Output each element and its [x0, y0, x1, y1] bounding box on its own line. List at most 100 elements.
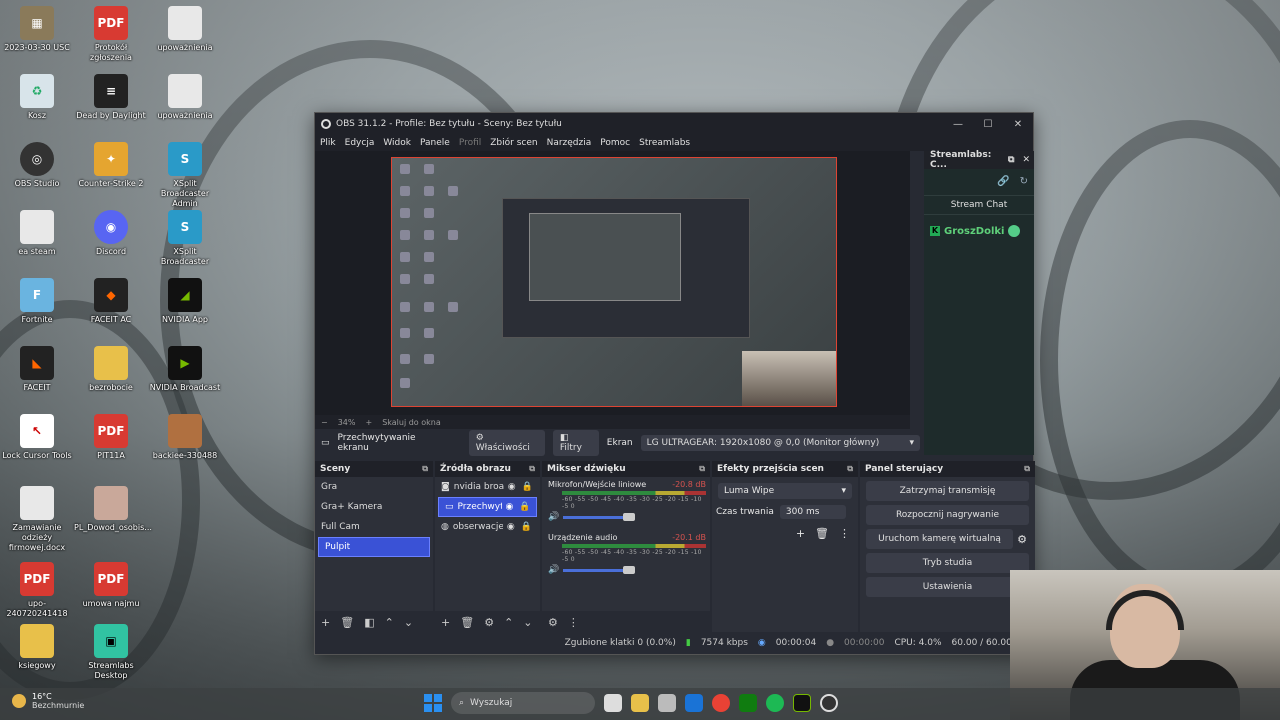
desktop-icon[interactable]: ea steam — [0, 210, 74, 257]
taskbar-search[interactable]: ⌕ Wyszukaj — [451, 692, 595, 714]
minimize-button[interactable]: — — [943, 119, 973, 130]
desktop-icon[interactable]: PDF upo-240720241418 — [0, 562, 74, 619]
menu-edit[interactable]: Edycja — [345, 138, 375, 148]
settings-button[interactable]: Ustawienia — [866, 577, 1029, 597]
menu-scene-collection[interactable]: Zbiór scen — [490, 138, 537, 148]
desktop-icon[interactable]: ♻ Kosz — [0, 74, 74, 121]
desktop-icon[interactable]: ▣ Streamlabs Desktop — [74, 624, 148, 681]
start-recording-button[interactable]: Rozpocznij nagrywanie — [866, 505, 1029, 525]
volume-slider[interactable] — [563, 512, 636, 521]
popout-icon[interactable]: ⧉ — [422, 464, 428, 474]
desktop-icon[interactable]: PDF PIT11A — [74, 414, 148, 461]
refresh-icon[interactable]: ↻ — [1020, 176, 1028, 187]
maximize-button[interactable]: ☐ — [973, 119, 1003, 130]
popout-icon[interactable]: ⧉ — [699, 464, 705, 474]
close-button[interactable]: ✕ — [1003, 119, 1033, 130]
chat-username[interactable]: GroszDolki — [944, 226, 1004, 237]
speaker-icon[interactable]: 🔊 — [548, 565, 559, 575]
spotify-icon[interactable] — [766, 694, 784, 712]
stop-streaming-button[interactable]: Zatrzymaj transmisję — [866, 481, 1029, 501]
trash-icon[interactable]: 🗑 — [340, 616, 354, 629]
arrow-down-icon[interactable]: ⌄ — [523, 616, 532, 629]
popout-icon[interactable]: ⧉ — [529, 464, 535, 474]
lock-icon[interactable]: 🔒 — [521, 522, 532, 532]
zoom-in-button[interactable]: + — [365, 418, 372, 427]
trash-icon[interactable]: 🗑 — [460, 616, 474, 629]
gear-icon[interactable]: ⚙ — [484, 616, 494, 629]
zoom-out-button[interactable]: − — [321, 418, 328, 427]
transition-select[interactable]: Luma Wipe ▾ — [718, 483, 852, 499]
desktop-icon[interactable]: ◢ NVIDIA App — [148, 278, 222, 325]
desktop-icon[interactable]: ksiegowy — [0, 624, 74, 671]
menu-docks[interactable]: Panele — [420, 138, 450, 148]
menu-tools[interactable]: Narzędzia — [547, 138, 592, 148]
desktop-icon[interactable]: F Fortnite — [0, 278, 74, 325]
popout-icon[interactable]: ⧉ — [1024, 464, 1030, 474]
volume-slider[interactable] — [563, 565, 636, 574]
more-icon[interactable]: ⋮ — [839, 527, 850, 540]
volume-slider-handle[interactable] — [623, 565, 636, 574]
arrow-down-icon[interactable]: ⌄ — [404, 616, 413, 629]
desktop-icon[interactable]: PL_Dowod_osobis... — [74, 486, 152, 533]
screen-select[interactable]: LG ULTRAGEAR: 1920x1080 @ 0,0 (Monitor g… — [640, 435, 920, 451]
fit-to-window[interactable]: Skaluj do okna — [382, 418, 441, 427]
properties-button[interactable]: ⚙ Właściwości — [468, 430, 545, 456]
scene-item-active[interactable]: Pulpit — [318, 537, 430, 557]
nvidia-broadcast-icon[interactable] — [793, 694, 811, 712]
lock-icon[interactable]: 🔒 — [522, 482, 533, 492]
arrow-up-icon[interactable]: ⌃ — [385, 616, 394, 629]
add-icon[interactable]: + — [441, 616, 450, 629]
source-item[interactable]: ◍ obserwacje ◉ 🔒 — [435, 517, 540, 537]
task-view-icon[interactable] — [604, 694, 622, 712]
lock-icon[interactable]: 🔒 — [519, 502, 530, 512]
filter-icon[interactable]: ◧ — [364, 616, 374, 629]
desktop-icon[interactable]: ▶ NVIDIA Broadcast — [148, 346, 222, 393]
gear-icon[interactable]: ⚙ — [1017, 533, 1027, 546]
desktop-icon[interactable]: PDF Protokół zgłoszenia — [74, 6, 148, 63]
add-icon[interactable]: + — [796, 527, 805, 540]
eye-icon[interactable]: ◉ — [508, 482, 516, 492]
studio-mode-button[interactable]: Tryb studia — [866, 553, 1029, 573]
desktop-icon[interactable]: ◣ FACEIT — [0, 346, 74, 393]
chrome-icon[interactable] — [712, 694, 730, 712]
eye-icon[interactable]: ◉ — [507, 522, 515, 532]
filters-button[interactable]: ◧ Filtry — [552, 430, 599, 456]
link-icon[interactable]: 🔗 — [997, 176, 1009, 187]
desktop-icon[interactable]: ◉ Discord — [74, 210, 148, 257]
menu-streamlabs[interactable]: Streamlabs — [639, 138, 690, 148]
desktop-icon[interactable]: backiee-330488 — [148, 414, 222, 461]
windows-start-icon[interactable] — [424, 694, 442, 712]
duration-input[interactable]: 300 ms — [779, 505, 846, 519]
trash-icon[interactable]: 🗑 — [815, 527, 829, 540]
file-explorer-icon[interactable] — [631, 694, 649, 712]
speaker-icon[interactable]: 🔊 — [548, 512, 559, 522]
menu-profile[interactable]: Profil — [459, 138, 481, 148]
source-item[interactable]: ◙ nvidia broa ◉ 🔒 — [435, 477, 540, 497]
desktop-icon[interactable]: Zamawianie odzieży firmowej.docx — [0, 486, 74, 553]
more-icon[interactable]: ⋮ — [568, 616, 579, 629]
start-virtual-camera-button[interactable]: Uruchom kamerę wirtualną — [866, 529, 1014, 549]
desktop-icon[interactable]: ▦ 2023-03-30 USC — [0, 6, 74, 53]
volume-slider-handle[interactable] — [623, 512, 636, 521]
desktop-icon[interactable]: ✦ Counter-Strike 2 — [74, 142, 148, 189]
desktop-icon[interactable]: ◆ FACEIT AC — [74, 278, 148, 325]
desktop-icon[interactable]: S XSplit Broadcaster Admin — [148, 142, 222, 209]
desktop-icon[interactable]: upoważnienia — [148, 6, 222, 53]
add-icon[interactable]: + — [321, 616, 330, 629]
menu-help[interactable]: Pomoc — [600, 138, 630, 148]
popout-icon[interactable]: ⧉ — [847, 464, 853, 474]
menu-file[interactable]: Plik — [320, 138, 336, 148]
xbox-icon[interactable] — [739, 694, 757, 712]
preview-canvas[interactable] — [391, 157, 837, 407]
arrow-up-icon[interactable]: ⌃ — [504, 616, 513, 629]
weather-widget[interactable]: 16°C Bezchmurnie — [12, 692, 84, 710]
desktop-icon[interactable]: PDF umowa najmu — [74, 562, 148, 609]
preview-area[interactable] — [315, 151, 910, 415]
desktop-icon[interactable]: ↖ Lock Cursor Tools — [0, 414, 74, 461]
menu-view[interactable]: Widok — [383, 138, 411, 148]
desktop-icon[interactable]: upoważnienia — [148, 74, 222, 121]
advanced-audio-icon[interactable]: ⚙ — [548, 616, 558, 629]
desktop-icon[interactable]: bezrobocie — [74, 346, 148, 393]
desktop-icon[interactable]: S XSplit Broadcaster — [148, 210, 222, 267]
desktop-icon[interactable]: ◎ OBS Studio — [0, 142, 74, 189]
